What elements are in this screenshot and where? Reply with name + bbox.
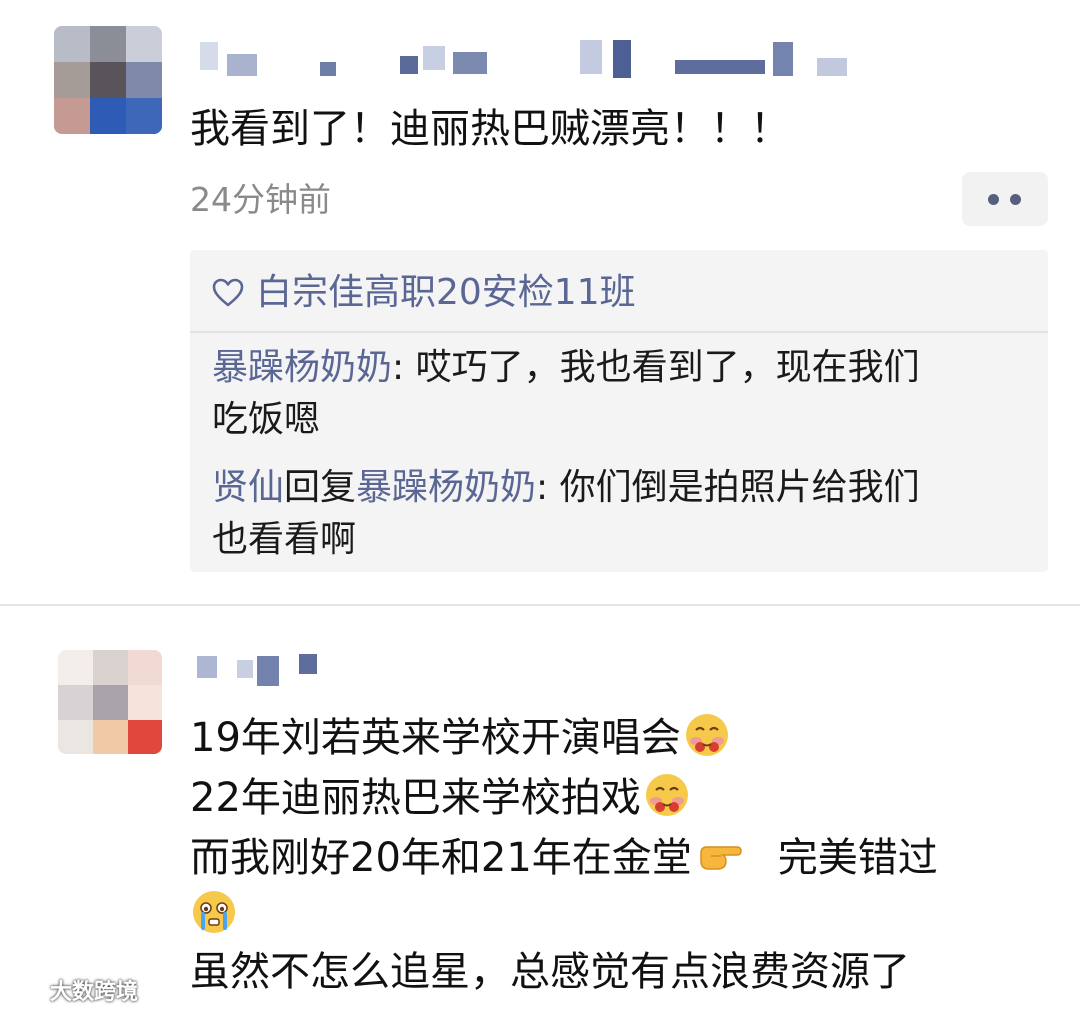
watermark-logo-icon <box>10 980 44 1000</box>
post-text-line: 22年迪丽热巴来学校拍戏 <box>190 771 691 823</box>
pointing-hand-icon <box>700 846 742 870</box>
comment-username[interactable]: 暴躁杨奶奶 <box>212 347 392 388</box>
blush-emoji-icon <box>685 714 728 756</box>
dot-icon <box>1010 194 1021 205</box>
avatar[interactable] <box>58 650 162 754</box>
dot-icon <box>988 194 999 205</box>
post-text-line: 而我刚好20年和21年在金堂 完美错过 <box>190 831 938 883</box>
blurred-username[interactable] <box>195 40 865 80</box>
likes-comments-panel: 白宗佳高职20安检11班 暴躁杨奶奶: 哎巧了，我也看到了，现在我们 吃饭嗯 贤… <box>190 250 1048 572</box>
crying-emoji-icon <box>193 891 235 933</box>
likes-row: 白宗佳高职20安检11班 <box>212 268 636 318</box>
blush-emoji-icon <box>645 774 688 816</box>
comment-username[interactable]: 贤仙 <box>212 467 284 508</box>
reply-target-username[interactable]: 暴躁杨奶奶 <box>356 467 536 508</box>
post-text: 19年刘若英来学校开演唱会 <box>190 715 681 761</box>
comment-separator: : <box>392 347 416 388</box>
divider <box>190 331 1048 333</box>
post-timestamp: 24分钟前 <box>190 180 331 219</box>
post-text: 22年迪丽热巴来学校拍戏 <box>190 775 641 821</box>
reply-label: 回复 <box>284 467 357 508</box>
post-divider <box>0 604 1080 606</box>
post-text-line: 19年刘若英来学校开演唱会 <box>190 711 731 763</box>
post-text-line <box>190 888 238 940</box>
comment-item[interactable]: 暴躁杨奶奶: 哎巧了，我也看到了，现在我们 吃饭嗯 <box>212 342 1032 446</box>
comment-text: 哎巧了，我也看到了，现在我们 <box>415 347 920 388</box>
comment-text: 你们倒是拍照片给我们 <box>559 467 920 508</box>
avatar[interactable] <box>54 26 162 134</box>
watermark-text: 大数跨境 <box>50 980 139 1005</box>
more-actions-button[interactable] <box>962 172 1048 226</box>
liker-name[interactable]: 白宗佳高职20安检11班 <box>256 268 636 318</box>
post-text: 而我刚好20年和21年在金堂 <box>190 835 692 881</box>
comment-separator: : <box>536 467 560 508</box>
post-text: 完美错过 <box>777 835 938 881</box>
heart-icon <box>212 278 244 307</box>
comment-text: 吃饭嗯 <box>212 399 321 440</box>
post-text-line: 虽然不怎么追星，总感觉有点浪费资源了 <box>190 947 910 997</box>
blurred-username[interactable] <box>195 652 325 692</box>
comment-item[interactable]: 贤仙回复暴躁杨奶奶: 你们倒是拍照片给我们 也看看啊 <box>212 462 1032 566</box>
post-text: 虽然不怎么追星，总感觉有点浪费资源了 <box>190 949 910 995</box>
post-text: 我看到了！迪丽热巴贼漂亮！！！ <box>190 106 790 152</box>
watermark: 大数跨境 <box>10 974 138 1006</box>
comment-text: 也看看啊 <box>212 519 357 560</box>
